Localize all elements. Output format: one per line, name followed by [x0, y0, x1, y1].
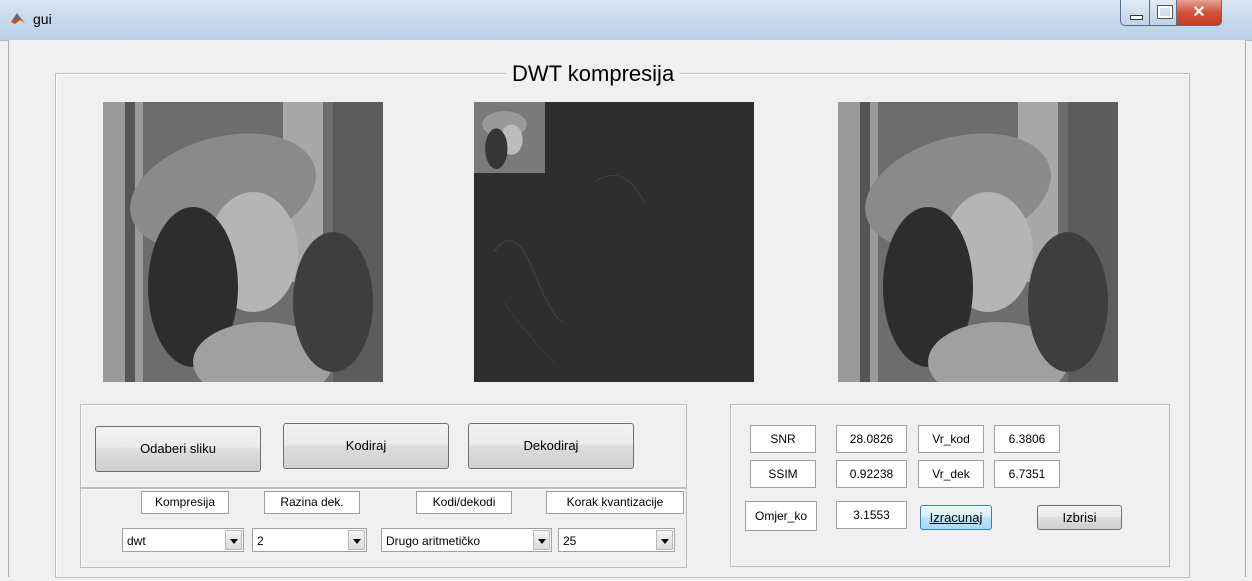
matlab-icon [11, 13, 25, 24]
close-button[interactable]: ✕ [1176, 0, 1222, 26]
vr-dek-label: Vr_dek [918, 460, 984, 488]
omjer-ko-label: Omjer_ko [745, 501, 817, 531]
maximize-button[interactable] [1149, 0, 1177, 26]
panel-title: DWT kompresija [506, 61, 681, 87]
korak-select-value: 25 [563, 534, 577, 548]
dwt-approximation-subband [474, 102, 545, 173]
decoded-image [838, 102, 1118, 382]
chevron-down-icon[interactable] [533, 530, 550, 550]
kompresija-select[interactable]: dwt [122, 528, 244, 552]
chevron-down-icon[interactable] [348, 530, 365, 550]
kodiraj-button[interactable]: Kodiraj [283, 423, 449, 469]
dwt-coefficients-image [474, 102, 754, 382]
close-icon: ✕ [1192, 4, 1206, 21]
razina-select-value: 2 [257, 534, 264, 548]
korak-kvantizacije-label: Korak kvantizacije [546, 491, 684, 514]
razina-select[interactable]: 2 [252, 528, 367, 552]
original-photo [103, 102, 383, 382]
chevron-down-icon[interactable] [225, 530, 242, 550]
snr-value: 28.0826 [836, 425, 907, 453]
kompresija-label: Kompresija [141, 491, 229, 514]
ssim-value: 0.92238 [836, 460, 907, 488]
snr-label: SNR [750, 425, 816, 453]
original-image [103, 102, 383, 382]
odaberi-sliku-button[interactable]: Odaberi sliku [95, 426, 261, 472]
window-titlebar: gui ✕ [0, 0, 1252, 41]
vr-kod-value: 6.3806 [994, 425, 1060, 453]
dekodiraj-button[interactable]: Dekodiraj [468, 423, 634, 469]
kompresija-select-value: dwt [127, 534, 146, 548]
korak-select[interactable]: 25 [558, 528, 675, 552]
kodi-dekodi-label: Kodi/dekodi [416, 491, 512, 514]
razina-label: Razina dek. [264, 491, 360, 514]
ssim-label: SSIM [750, 460, 816, 488]
kodi-dekodi-select[interactable]: Drugo aritmetičko [381, 528, 552, 552]
omjer-ko-value: 3.1553 [836, 501, 907, 529]
window-title: gui [33, 11, 52, 27]
chevron-down-icon[interactable] [656, 530, 673, 550]
kodi-dekodi-select-value: Drugo aritmetičko [386, 534, 481, 548]
minimize-button[interactable] [1120, 0, 1150, 26]
izbrisi-button[interactable]: Izbrisi [1037, 505, 1122, 530]
vr-dek-value: 6.7351 [994, 460, 1060, 488]
izracunaj-button[interactable]: Izracunaj [920, 505, 992, 530]
vr-kod-label: Vr_kod [918, 425, 984, 453]
decoded-photo [838, 102, 1118, 382]
